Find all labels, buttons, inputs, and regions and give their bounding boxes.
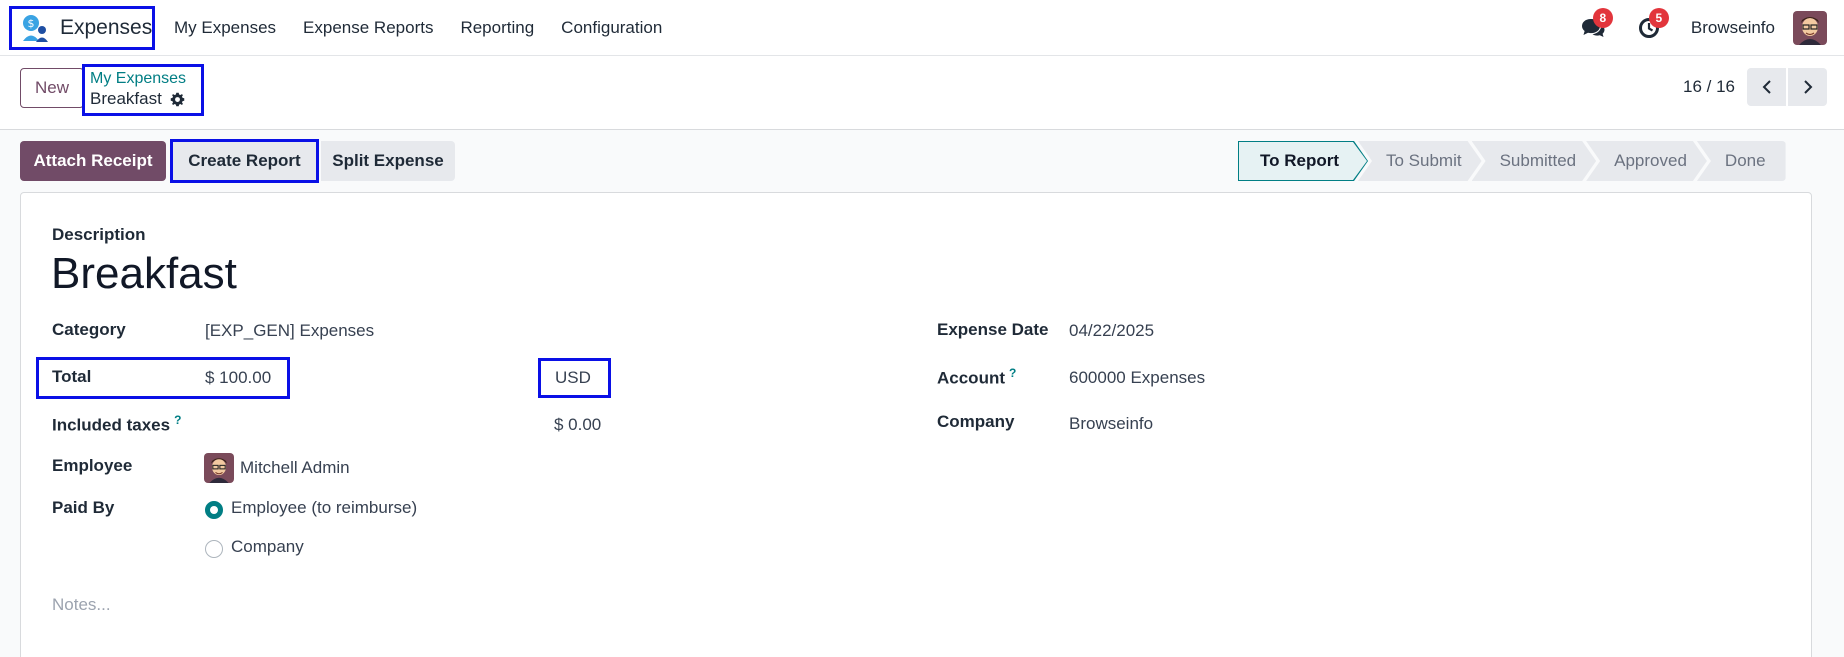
attach-receipt-button[interactable]: Attach Receipt (20, 141, 166, 181)
chevron-right-icon (1803, 80, 1812, 94)
gear-icon[interactable] (170, 92, 185, 107)
menu-expense-reports[interactable]: Expense Reports (303, 18, 433, 38)
messages-button[interactable]: 8 (1579, 8, 1613, 42)
menu-my-expenses[interactable]: My Expenses (174, 18, 276, 38)
menu-configuration[interactable]: Configuration (561, 18, 662, 38)
app-name: Expenses (60, 16, 153, 39)
status-bar: To Report To Submit Submitted Approved D… (1238, 141, 1786, 181)
stage-done[interactable]: Done (1696, 141, 1786, 181)
breadcrumb-current-label: Breakfast (90, 89, 162, 108)
form-sheet: Description Breakfast Category [EXP_GEN]… (20, 192, 1812, 657)
breadcrumb: My Expenses Breakfast (82, 64, 204, 116)
account-label-text: Account (937, 368, 1005, 388)
create-report-button[interactable]: Create Report (170, 139, 319, 183)
included-taxes-field: $ 0.00 (554, 415, 602, 434)
stage-submitted[interactable]: Submitted (1472, 141, 1597, 181)
currency-field[interactable]: USD (538, 358, 611, 398)
category-label: Category (52, 320, 126, 339)
messages-count-badge: 8 (1592, 8, 1613, 28)
stage-to-submit[interactable]: To Submit (1358, 141, 1482, 181)
main-menu: My Expenses Expense Reports Reporting Co… (174, 0, 689, 56)
pager-value[interactable]: 16 / 16 (1683, 77, 1735, 97)
activities-button[interactable]: 5 (1635, 8, 1669, 42)
breadcrumb-my-expenses[interactable]: My Expenses (90, 70, 196, 88)
pager-previous-button[interactable] (1747, 68, 1786, 106)
control-panel: New My Expenses Breakfast 16 / 16 (0, 56, 1844, 130)
top-navbar: $ Expenses My Expenses Expense Reports R… (0, 0, 1844, 56)
stage-to-report-label: To Report (1239, 142, 1367, 180)
total-label: Total (52, 367, 92, 386)
company-label: Company (937, 412, 1015, 431)
employee-avatar (204, 453, 234, 483)
expenses-app-icon: $ (20, 13, 50, 43)
paid-by-employee-label[interactable]: Employee (to reimburse) (231, 498, 417, 518)
new-button[interactable]: New (20, 68, 84, 108)
expense-date-label: Expense Date (937, 320, 1049, 339)
help-icon[interactable]: ? (174, 413, 181, 427)
notes-field[interactable]: Notes... (52, 595, 111, 615)
paid-by-employee-radio[interactable] (205, 501, 223, 519)
app-brand[interactable]: $ Expenses (9, 6, 155, 50)
split-expense-button[interactable]: Split Expense (321, 141, 455, 181)
menu-reporting[interactable]: Reporting (460, 18, 534, 38)
included-taxes-label-text: Included taxes (52, 415, 171, 435)
description-label: Description (52, 225, 146, 244)
pager-next-button[interactable] (1788, 68, 1827, 106)
activities-count-badge: 5 (1648, 8, 1669, 28)
breadcrumb-current: Breakfast (90, 88, 196, 110)
employee-label: Employee (52, 456, 133, 475)
stage-approved[interactable]: Approved (1586, 141, 1707, 181)
systray: 8 5 Browseinfo (1579, 0, 1844, 56)
paid-by-company-radio[interactable] (205, 540, 223, 558)
help-icon[interactable]: ? (1009, 366, 1016, 380)
pager: 16 / 16 (1683, 68, 1827, 106)
chevron-left-icon (1762, 80, 1771, 94)
category-field[interactable]: [EXP_GEN] Expenses (205, 321, 374, 341)
expense-date-field[interactable]: 04/22/2025 (1069, 321, 1154, 341)
included-taxes-label: Included taxes? (52, 413, 181, 436)
svg-text:$: $ (28, 17, 35, 30)
stage-to-report[interactable]: To Report (1238, 141, 1368, 181)
description-field[interactable]: Breakfast (51, 249, 237, 299)
account-field[interactable]: 600000 Expenses (1069, 368, 1205, 388)
company-switcher[interactable]: Browseinfo (1691, 18, 1775, 38)
company-field[interactable]: Browseinfo (1069, 414, 1153, 434)
employee-field[interactable]: Mitchell Admin (240, 458, 350, 478)
paid-by-label: Paid By (52, 498, 115, 517)
account-label: Account? (937, 366, 1016, 389)
total-field[interactable]: $ 100.00 (205, 368, 271, 388)
user-avatar[interactable] (1793, 11, 1827, 45)
paid-by-company-label[interactable]: Company (231, 537, 304, 557)
